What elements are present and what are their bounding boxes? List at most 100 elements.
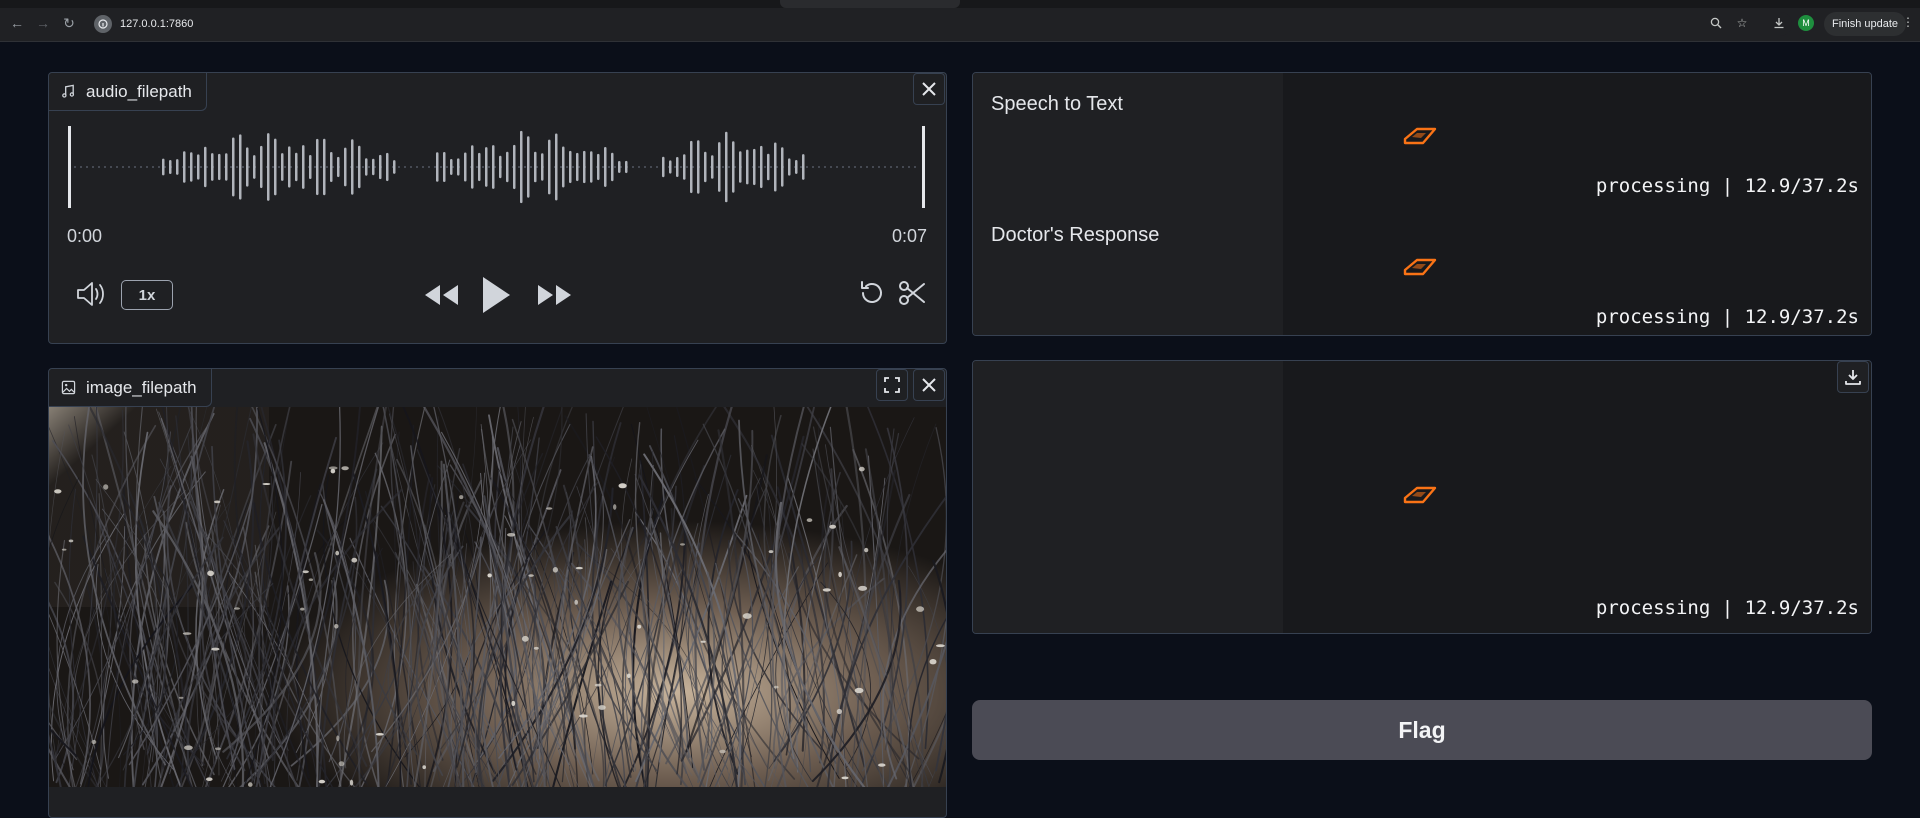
- site-info-icon[interactable]: [94, 15, 112, 33]
- waveform-bar: [464, 152, 467, 182]
- dandruff-flake: [234, 607, 240, 610]
- dandruff-flake: [916, 606, 925, 612]
- audio-output-block: processing | 12.9/37.2s: [972, 360, 1872, 634]
- waveform-bar: [753, 148, 756, 186]
- browser-menu-icon[interactable]: ⋮: [1902, 15, 1914, 29]
- play-icon[interactable]: [480, 274, 512, 316]
- dandruff-flake: [528, 574, 534, 577]
- dandruff-flake: [822, 588, 831, 592]
- back-icon[interactable]: ←: [8, 14, 26, 32]
- fast-forward-icon[interactable]: [536, 282, 574, 308]
- downloads-icon[interactable]: [1771, 15, 1787, 31]
- audio-label-tab: audio_filepath: [49, 73, 207, 111]
- finish-update-button[interactable]: Finish update: [1824, 12, 1907, 36]
- dandruff-flake: [680, 543, 685, 546]
- bookmark-star-icon[interactable]: ☆: [1734, 15, 1750, 31]
- waveform-bar: [774, 142, 777, 192]
- dandruff-flake: [838, 571, 842, 578]
- dandruff-flake: [598, 705, 606, 710]
- loading-spinner-icon: [1403, 258, 1437, 276]
- waveform-bar: [288, 146, 291, 188]
- audio-output-progress-text: processing | 12.9/37.2s: [1595, 597, 1859, 619]
- waveform-bar: [662, 156, 665, 178]
- audio-waveform[interactable]: [66, 126, 926, 208]
- waveform-bar: [618, 161, 621, 173]
- dandruff-flake: [68, 539, 74, 543]
- download-button[interactable]: [1837, 361, 1869, 393]
- waveform-bar: [625, 160, 628, 174]
- waveform-edge: [922, 126, 925, 208]
- music-note-icon: [62, 84, 75, 98]
- waveform-bar: [548, 139, 551, 195]
- waveform-bar: [204, 146, 207, 188]
- doctor-response-label: Doctor's Response: [991, 224, 1160, 246]
- trim-scissors-icon[interactable]: [897, 278, 927, 308]
- waveform-bar: [718, 142, 721, 192]
- dandruff-flake: [878, 763, 886, 767]
- reload-icon[interactable]: ↻: [60, 14, 78, 32]
- dandruff-flake: [858, 466, 865, 472]
- waveform-bar: [746, 149, 749, 185]
- audio-clear-button[interactable]: [913, 73, 945, 105]
- image-fullscreen-button[interactable]: [876, 369, 908, 401]
- waveform-bar: [337, 156, 340, 178]
- reset-icon[interactable]: [857, 278, 887, 308]
- waveform-bar: [583, 150, 586, 184]
- dandruff-flake: [546, 507, 553, 510]
- waveform-bar: [767, 153, 770, 181]
- dandruff-flake: [507, 533, 516, 537]
- zoom-icon[interactable]: [1708, 15, 1724, 31]
- audio-duration: 0:07: [892, 226, 928, 246]
- dandruff-flake: [214, 500, 221, 504]
- download-icon: [1845, 370, 1861, 385]
- dandruff-flake: [351, 557, 358, 563]
- dandruff-flake: [552, 567, 558, 573]
- rewind-icon[interactable]: [422, 282, 460, 308]
- text-outputs-block: Speech to Text processing | 12.9/37.2s D…: [972, 72, 1872, 336]
- waveform-bar: [520, 130, 523, 204]
- image-clear-button[interactable]: [913, 369, 945, 401]
- dandruff-flake: [207, 570, 215, 577]
- forward-icon[interactable]: →: [34, 14, 52, 32]
- waveform-bar: [562, 146, 565, 188]
- uploaded-image: [49, 407, 946, 787]
- waveform-bar: [253, 155, 256, 179]
- audio-current-time: 0:00: [67, 226, 103, 246]
- waveform-bar: [309, 154, 312, 180]
- image-input-block: image_filepath: [48, 368, 947, 818]
- dandruff-flake: [806, 518, 813, 522]
- text-outputs-pending: [1283, 73, 1871, 335]
- waveform-bar: [218, 153, 221, 181]
- dandruff-flake: [248, 782, 253, 787]
- dandruff-flake: [349, 779, 354, 786]
- dandruff-flake: [575, 566, 583, 570]
- playback-rate-button[interactable]: 1x: [121, 280, 173, 310]
- audio-output-pending: [1283, 361, 1871, 633]
- dandruff-flake: [511, 700, 516, 707]
- waveform-bar: [569, 150, 572, 184]
- speech-progress-text: processing | 12.9/37.2s: [1595, 175, 1859, 197]
- dandruff-flake: [318, 779, 326, 784]
- dandruff-flake: [594, 683, 602, 687]
- waveform-bar: [704, 151, 707, 183]
- dandruff-flake: [768, 550, 774, 554]
- profile-avatar[interactable]: M: [1798, 15, 1814, 31]
- address-bar[interactable]: 127.0.0.1:7860: [92, 12, 1792, 36]
- dandruff-flake: [626, 673, 631, 679]
- waveform-bar: [295, 152, 298, 182]
- dandruff-flake: [858, 585, 868, 591]
- waveform-bar: [492, 145, 495, 189]
- dandruff-flake: [335, 550, 340, 556]
- waveform-bar: [197, 154, 200, 180]
- waveform-bar: [725, 131, 728, 203]
- flag-button[interactable]: Flag: [972, 700, 1872, 760]
- waveform-bar: [358, 145, 361, 189]
- waveform-bar: [162, 158, 165, 176]
- volume-icon[interactable]: [74, 278, 108, 310]
- waveform-bar: [351, 139, 354, 195]
- waveform-bar: [788, 158, 791, 176]
- dandruff-flake: [61, 548, 67, 551]
- url-text[interactable]: 127.0.0.1:7860: [120, 18, 193, 30]
- dandruff-flake: [336, 735, 340, 742]
- active-tab[interactable]: [780, 0, 960, 8]
